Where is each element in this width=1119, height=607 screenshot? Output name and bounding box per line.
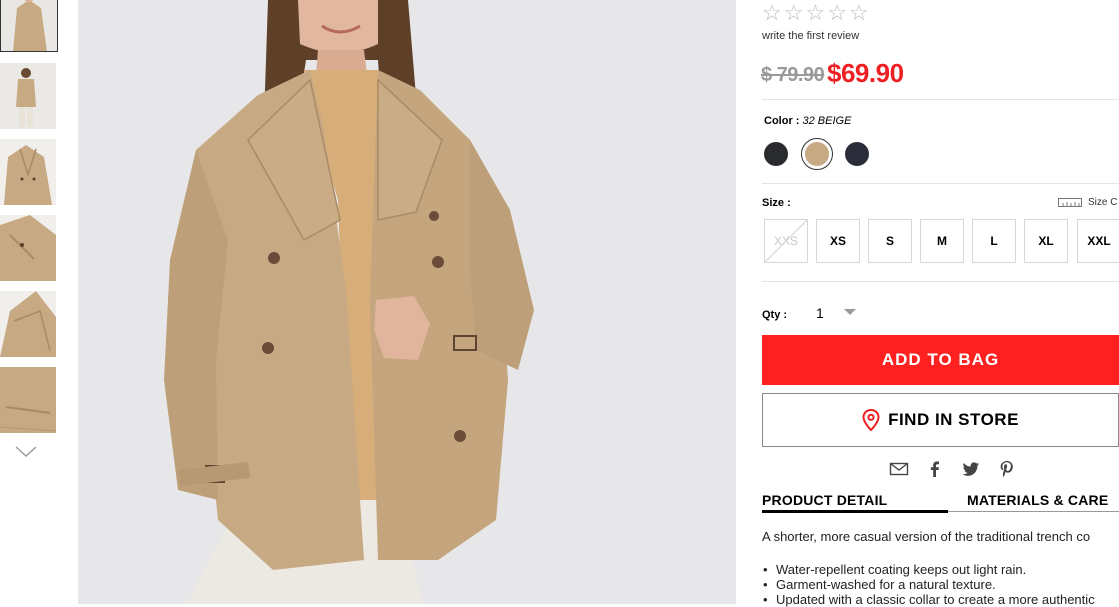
original-price: $ 79.90 <box>761 64 825 86</box>
thumbnail-2[interactable] <box>0 63 56 129</box>
tab-product-detail[interactable]: PRODUCT DETAIL <box>762 492 887 508</box>
write-review-link[interactable]: write the first review <box>762 30 859 42</box>
chevron-down-icon[interactable] <box>14 445 38 459</box>
find-in-store-button[interactable]: FIND IN STORE <box>762 393 1119 447</box>
star-icon: ☆ <box>762 0 782 25</box>
size-option-s[interactable]: S <box>868 219 912 263</box>
thumbnail-5[interactable] <box>0 291 56 357</box>
qty-label: Qty : <box>762 309 788 321</box>
star-icon: ☆ <box>805 0 826 25</box>
caret-down-icon <box>844 309 856 315</box>
tab-underline <box>948 511 1119 512</box>
thumbnail-1[interactable] <box>0 0 58 52</box>
add-to-bag-button[interactable]: ADD TO BAG <box>762 335 1119 385</box>
feature-item: Water-repellent coating keeps out light … <box>762 562 1095 577</box>
size-chart-link[interactable]: Size C <box>1058 196 1117 208</box>
selected-color-name: 32 BEIGE <box>802 115 852 127</box>
find-in-store-label: FIND IN STORE <box>888 410 1019 429</box>
color-label: Color : 32 BEIGE <box>764 115 852 127</box>
ruler-icon <box>1058 198 1082 207</box>
location-pin-icon <box>862 409 880 431</box>
thumbnail-6[interactable] <box>0 367 56 433</box>
size-option-xs[interactable]: XS <box>816 219 860 263</box>
product-features: Water-repellent coating keeps out light … <box>762 562 1095 607</box>
star-icon: ☆ <box>827 0 847 25</box>
size-option-m[interactable]: M <box>920 219 964 263</box>
sale-price: $69.90 <box>827 58 904 88</box>
facebook-icon[interactable] <box>925 459 945 479</box>
size-option-xxl[interactable]: XXL <box>1077 219 1119 263</box>
product-info-panel: ☆ ☆ ☆ ☆ ☆ write the first review $ 79.90… <box>761 0 1119 607</box>
color-swatch-black[interactable] <box>764 142 788 166</box>
divider <box>762 183 1119 184</box>
product-main-image <box>78 0 736 604</box>
size-option-l[interactable]: L <box>972 219 1016 263</box>
qty-select[interactable]: 1 <box>816 305 856 323</box>
size-label: Size : <box>762 197 791 209</box>
size-option-xl[interactable]: XL <box>1024 219 1068 263</box>
size-chart-label: Size C <box>1088 196 1118 208</box>
thumbnail-4[interactable] <box>0 215 56 281</box>
pinterest-icon[interactable] <box>997 459 1017 479</box>
active-tab-indicator <box>762 510 948 513</box>
twitter-icon[interactable] <box>961 459 981 479</box>
divider <box>762 281 1119 282</box>
product-description: A shorter, more casual version of the tr… <box>762 529 1091 544</box>
feature-item: Garment-washed for a natural texture. <box>762 577 1095 592</box>
rating-stars[interactable]: ☆ ☆ ☆ ☆ ☆ <box>762 2 869 24</box>
star-icon: ☆ <box>783 0 804 25</box>
color-swatch-navy[interactable] <box>845 142 869 166</box>
color-swatch-beige[interactable] <box>801 138 833 170</box>
email-icon[interactable] <box>889 459 909 479</box>
size-option-xxs[interactable]: XXS <box>764 219 808 263</box>
share-icons <box>889 459 1017 479</box>
star-icon: ☆ <box>848 0 869 25</box>
qty-value: 1 <box>816 305 824 321</box>
feature-item: Updated with a classic collar to create … <box>762 592 1095 607</box>
thumbnail-3[interactable] <box>0 139 56 205</box>
thumbnail-strip <box>0 0 60 607</box>
tab-materials-care[interactable]: MATERIALS & CARE <box>967 492 1108 508</box>
divider <box>762 99 1119 100</box>
detail-tabs: PRODUCT DETAIL MATERIALS & CARE <box>762 492 1119 514</box>
